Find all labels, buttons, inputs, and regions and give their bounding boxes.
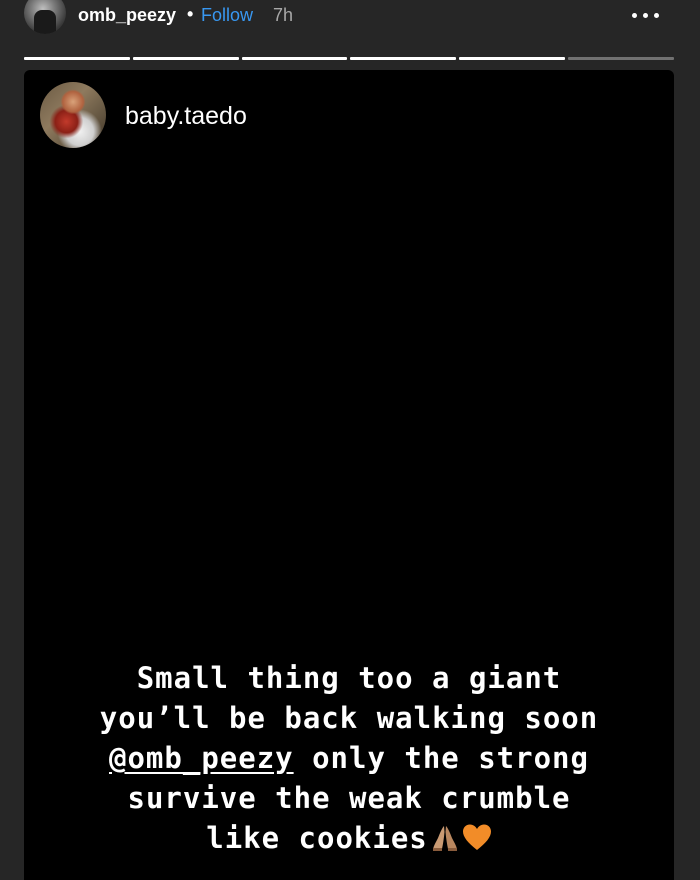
username-link[interactable]: omb_peezy [78,5,176,26]
more-options-icon[interactable] [628,2,664,28]
timestamp: 7h [273,5,294,25]
progress-segment-fill [24,57,130,60]
progress-segment [132,57,239,60]
caption-line: Small thing too a giant [136,661,562,695]
progress-segment [24,57,130,60]
progress-segment [241,57,348,60]
story-progress-bar [24,57,674,60]
poster-avatar[interactable] [40,82,106,148]
story-caption: Small thing too a giant you’ll be back w… [24,658,674,858]
caption-text: only the strong [293,741,589,775]
separator-dot: • [187,4,194,24]
mention-link[interactable]: @omb_peezy [109,741,294,775]
orange-heart-icon [462,821,492,850]
caption-line: you’ll be back walking soon [99,701,599,735]
progress-segment-fill [241,57,348,60]
caption-text: like cookies [206,821,428,855]
progress-segment-fill [350,57,457,60]
poster-username[interactable]: baby.taedo [125,102,247,131]
profile-avatar[interactable] [24,0,66,34]
caption-line: survive the weak crumble [127,781,571,815]
progress-segment-fill [459,57,566,60]
progress-segment [568,57,674,60]
story-frame[interactable]: baby.taedo Small thing too a giant you’l… [24,70,674,880]
progress-segment-fill [132,57,239,60]
folded-hands-icon [430,822,460,852]
progress-segment [459,57,566,60]
follow-button[interactable]: Follow [201,5,253,26]
story-viewer: omb_peezy • Follow 7h baby.taedo Small t… [0,0,700,880]
progress-segment [350,57,457,60]
story-header: omb_peezy • Follow 7h [0,0,700,36]
caption-line: @omb_peezy only the strong [24,738,674,778]
caption-line: like cookies [24,818,674,858]
